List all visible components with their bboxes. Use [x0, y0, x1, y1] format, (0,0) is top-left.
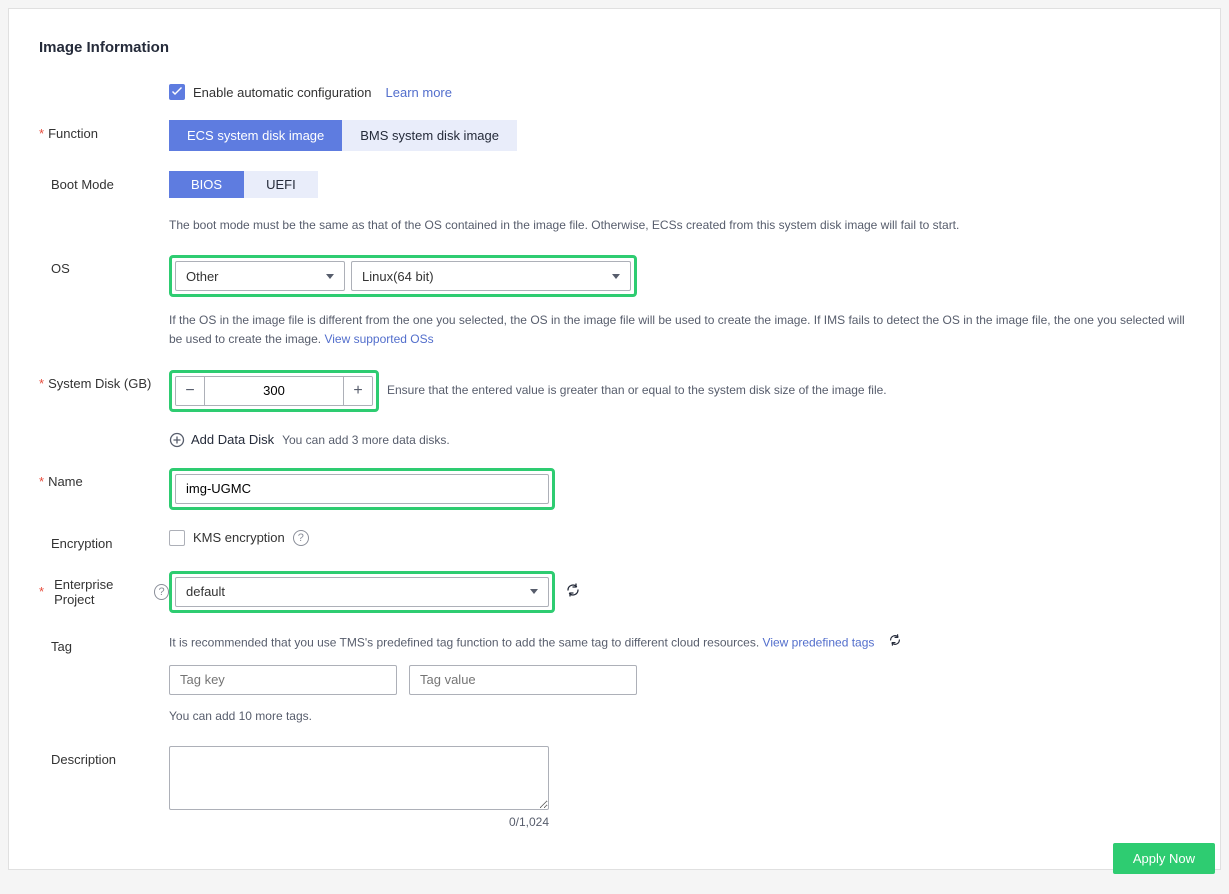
description-char-count: 0/1,024 — [169, 815, 549, 829]
system-disk-help: Ensure that the entered value is greater… — [387, 381, 887, 400]
auto-config-label: Enable automatic configuration — [193, 85, 372, 100]
caret-down-icon — [530, 589, 538, 594]
learn-more-link[interactable]: Learn more — [386, 85, 452, 100]
image-information-panel: Image Information Enable automatic confi… — [8, 8, 1221, 870]
boot-mode-uefi[interactable]: UEFI — [244, 171, 318, 198]
os-arch-value: Linux(64 bit) — [362, 269, 434, 284]
refresh-tags-button[interactable] — [888, 633, 902, 653]
kms-encryption-label: KMS encryption — [193, 530, 285, 545]
caret-down-icon — [612, 274, 620, 279]
view-predefined-tags-link[interactable]: View predefined tags — [763, 635, 875, 649]
stepper-plus-button[interactable]: + — [344, 377, 372, 405]
os-type-select[interactable]: Other — [175, 261, 345, 291]
enterprise-project-highlight-box: default — [169, 571, 555, 613]
refresh-icon — [888, 633, 902, 647]
check-icon — [171, 86, 183, 98]
system-disk-highlight-box: − + — [169, 370, 379, 412]
bottom-bar: Apply Now — [14, 831, 1215, 886]
enterprise-project-select[interactable]: default — [175, 577, 549, 607]
function-label: Function — [39, 120, 169, 141]
add-disk-help: You can add 3 more data disks. — [282, 433, 450, 447]
encryption-label: Encryption — [39, 530, 169, 551]
system-disk-label: System Disk (GB) — [39, 370, 169, 391]
os-help: If the OS in the image file is different… — [169, 311, 1190, 349]
tag-add-help: You can add 10 more tags. — [169, 707, 1190, 726]
kms-encryption-checkbox[interactable] — [169, 530, 185, 546]
description-textarea[interactable] — [169, 746, 549, 810]
function-segmented: ECS system disk image BMS system disk im… — [169, 120, 1190, 151]
system-disk-input[interactable] — [204, 377, 344, 405]
description-label: Description — [39, 746, 169, 767]
os-arch-select[interactable]: Linux(64 bit) — [351, 261, 631, 291]
stepper-minus-button[interactable]: − — [176, 377, 204, 405]
boot-mode-segmented: BIOS UEFI — [169, 171, 1190, 198]
enterprise-project-value: default — [186, 584, 225, 599]
boot-mode-label: Boot Mode — [39, 171, 169, 192]
tag-key-input[interactable] — [169, 665, 397, 695]
tag-value-input[interactable] — [409, 665, 637, 695]
plus-circle-icon — [169, 432, 185, 448]
name-input[interactable] — [175, 474, 549, 504]
refresh-icon — [565, 582, 581, 598]
os-type-value: Other — [186, 269, 219, 284]
auto-config-checkbox[interactable] — [169, 84, 185, 100]
boot-mode-help: The boot mode must be the same as that o… — [169, 216, 1190, 235]
view-supported-oss-link[interactable]: View supported OSs — [324, 332, 433, 346]
apply-now-button[interactable]: Apply Now — [1113, 843, 1215, 874]
section-title: Image Information — [39, 39, 1190, 56]
os-label: OS — [39, 255, 169, 276]
enterprise-project-label: Enterprise Project ? — [39, 571, 169, 607]
refresh-button[interactable] — [565, 582, 581, 601]
tag-label: Tag — [39, 633, 169, 654]
auto-config-row: Enable automatic configuration Learn mor… — [169, 84, 1190, 100]
name-label: Name — [39, 468, 169, 489]
help-icon[interactable]: ? — [154, 584, 169, 600]
name-highlight-box — [169, 468, 555, 510]
boot-mode-bios[interactable]: BIOS — [169, 171, 244, 198]
add-data-disk-button[interactable]: Add Data Disk — [169, 432, 274, 448]
caret-down-icon — [326, 274, 334, 279]
os-highlight-box: Other Linux(64 bit) — [169, 255, 637, 297]
function-option-ecs[interactable]: ECS system disk image — [169, 120, 342, 151]
help-icon[interactable]: ? — [293, 530, 309, 546]
function-option-bms[interactable]: BMS system disk image — [342, 120, 517, 151]
system-disk-stepper: − + — [175, 376, 373, 406]
